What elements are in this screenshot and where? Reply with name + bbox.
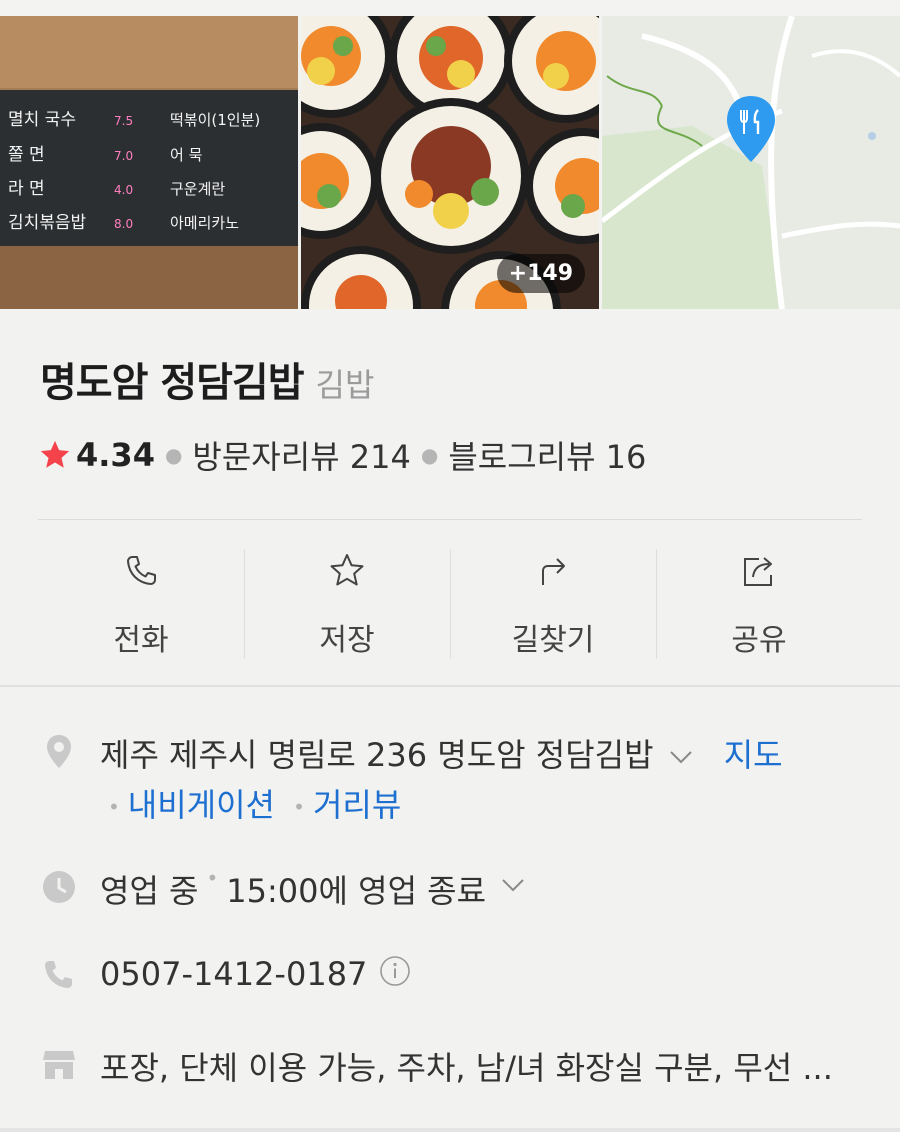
menu-item-1: 멸치 국수 (8, 110, 76, 130)
section-divider (0, 685, 900, 687)
clock-icon (43, 871, 75, 903)
address-row: 제주 제주시 명림로 236 명도암 정담김밥 지도 • 내비게이션 • 거리뷰 (40, 730, 860, 832)
open-status: 영업 중 (100, 872, 199, 910)
call-button[interactable]: 전화 (38, 545, 244, 660)
save-label: 저장 (319, 623, 375, 658)
share-label: 공유 (731, 623, 787, 658)
menu-price-1: 7.5 (114, 114, 133, 128)
phone-icon (45, 961, 72, 988)
top-strip (0, 0, 900, 16)
navigation-link[interactable]: 내비게이션 (128, 786, 275, 824)
place-name: 명도암 정담김밥 (40, 360, 305, 406)
separator-dot: ● (164, 443, 183, 467)
divider (38, 519, 862, 520)
restaurant-pin-icon (727, 96, 775, 162)
menu-item-right-1: 떡볶이(1인분) (170, 111, 260, 129)
visitor-reviews-link[interactable]: 방문자리뷰 214 (192, 432, 410, 478)
closing-time: 15:00에 영업 종료 (226, 872, 487, 910)
share-button[interactable]: 공유 (656, 545, 862, 660)
chevron-down-icon[interactable] (500, 876, 526, 894)
directions-button[interactable]: 길찾기 (450, 545, 656, 660)
star-icon (330, 554, 364, 586)
store-icon (43, 1051, 75, 1079)
phone-icon (127, 556, 156, 585)
address-text: 제주 제주시 명림로 236 명도암 정담김밥 (100, 736, 654, 774)
menu-item-4: 김치볶음밥 (8, 213, 87, 233)
rating-star-icon (40, 440, 70, 468)
menu-item-right-2: 어 묵 (170, 146, 202, 164)
menu-price-3: 4.0 (114, 183, 133, 197)
save-button[interactable]: 저장 (244, 545, 450, 660)
chevron-down-icon[interactable] (668, 748, 694, 766)
more-photos-badge[interactable]: +149 (496, 254, 585, 293)
directions-icon (542, 558, 565, 585)
separator-dot: • (108, 795, 120, 819)
rating-score: 4.34 (76, 436, 155, 474)
blog-reviews-link[interactable]: 블로그리뷰 16 (448, 432, 646, 478)
map-thumbnail[interactable] (602, 16, 900, 309)
map-link[interactable]: 지도 (724, 736, 783, 774)
menu-board-photo[interactable]: 멸치 국수 7.5 쫄 면 7.0 라 면 4.0 김치볶음밥 8.0 떡볶이(… (0, 16, 298, 309)
bottom-divider (0, 1128, 900, 1132)
place-category: 김밥 (315, 366, 375, 404)
kimbap-photo[interactable]: +149 (301, 16, 599, 309)
info-icon[interactable] (379, 955, 411, 987)
amenities-text: 포장, 단체 이용 가능, 주차, 남/녀 화장실 구분, 무선 ... (100, 1049, 833, 1087)
rating-row: 4.34 ● 방문자리뷰 214 ● 블로그리뷰 16 (38, 432, 646, 478)
photo-gallery: 멸치 국수 7.5 쫄 면 7.0 라 면 4.0 김치볶음밥 8.0 떡볶이(… (0, 16, 900, 309)
call-label: 전화 (113, 623, 169, 658)
menu-price-2: 7.0 (114, 149, 133, 163)
place-header: 명도암 정담김밥 김밥 (40, 350, 374, 408)
phone-row[interactable]: 0507-1412-0187 (40, 955, 411, 995)
menu-item-right-3: 구운계란 (170, 180, 225, 198)
action-bar: 전화 저장 길찾기 공유 (38, 545, 862, 660)
hours-row[interactable]: 영업 중 • 15:00에 영업 종료 (40, 866, 526, 912)
separator-dot: • (206, 866, 219, 890)
menu-price-4: 8.0 (114, 217, 133, 231)
separator-dot: ● (420, 443, 439, 467)
amenities-row[interactable]: 포장, 단체 이용 가능, 주차, 남/녀 화장실 구분, 무선 ... (40, 1043, 833, 1089)
menu-item-3: 라 면 (8, 179, 45, 199)
separator-dot: • (293, 795, 305, 819)
location-pin-icon (47, 735, 71, 768)
menu-item-2: 쫄 면 (8, 145, 45, 165)
directions-label: 길찾기 (511, 623, 595, 658)
menu-item-right-4: 아메리카노 (170, 214, 239, 232)
phone-number[interactable]: 0507-1412-0187 (100, 955, 367, 993)
share-icon (744, 557, 772, 586)
street-view-link[interactable]: 거리뷰 (313, 786, 401, 824)
